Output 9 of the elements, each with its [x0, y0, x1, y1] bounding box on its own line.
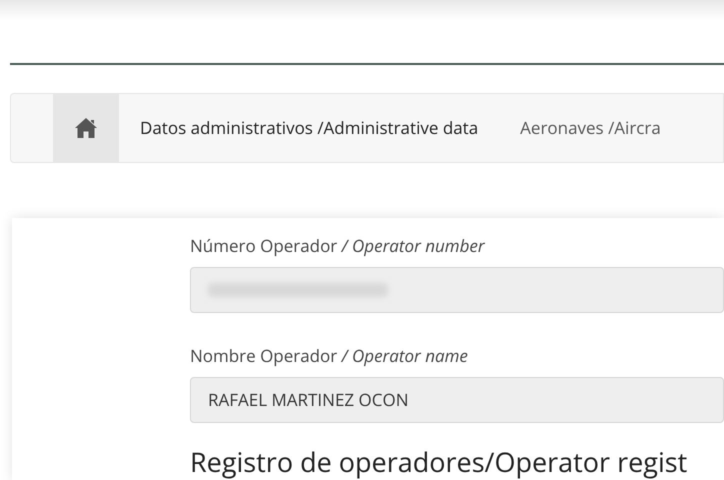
- input-field[interactable]: [190, 267, 724, 313]
- nav-tab[interactable]: Datos administrativos /Administrative data: [119, 94, 500, 162]
- field-label: Nombre Operador / Operator name: [190, 343, 468, 369]
- input-field[interactable]: RAFAEL MARTINEZ OCON: [190, 377, 724, 423]
- field-label: Número Operador / Operator number: [190, 233, 485, 259]
- home-tab[interactable]: [53, 94, 119, 162]
- nav-tab[interactable]: Aeronaves /Aircra: [499, 94, 682, 162]
- home-icon: [74, 117, 98, 139]
- section-heading: Registro de operadores/Operator regist: [190, 445, 688, 479]
